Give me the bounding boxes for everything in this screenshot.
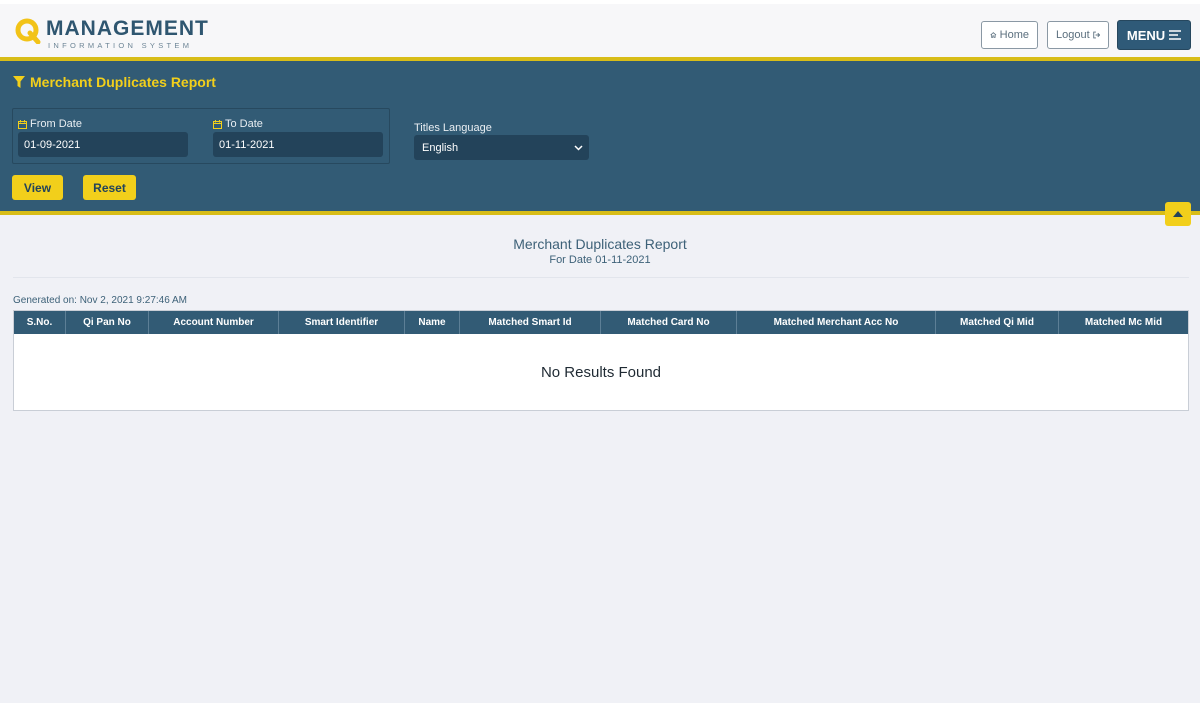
titles-language-value: English (422, 141, 459, 154)
generated-timestamp: Generated on: Nov 2, 2021 9:27:46 AM (13, 295, 188, 306)
from-date-label: From Date (18, 118, 82, 130)
home-icon (990, 32, 997, 38)
column-header[interactable]: Account Number (149, 311, 279, 334)
column-header[interactable]: Matched Qi Mid (936, 311, 1059, 334)
calendar-icon (18, 119, 27, 129)
from-date-input[interactable]: 01-09-2021 (18, 132, 188, 157)
view-button[interactable]: View (12, 175, 63, 200)
report-subtitle: For Date 01-11-2021 (549, 254, 651, 266)
filter-icon (13, 76, 25, 88)
column-header[interactable]: Matched Card No (601, 311, 737, 334)
column-header[interactable]: Matched Merchant Acc No (737, 311, 936, 334)
reset-button[interactable]: Reset (83, 175, 136, 200)
home-button-label: Home (999, 29, 1029, 41)
menu-bars-icon (1169, 30, 1182, 40)
titles-language-label: Titles Language (414, 122, 492, 134)
titles-language-select[interactable]: English (414, 135, 589, 160)
logout-button-label: Logout (1056, 29, 1090, 41)
chevron-down-icon (574, 144, 583, 151)
menu-button-label: MENU (1126, 27, 1166, 43)
logout-icon (1092, 31, 1100, 39)
to-date-label: To Date (213, 118, 263, 130)
filter-panel: Merchant Duplicates Report From Date 01-… (0, 57, 1200, 215)
divider (13, 277, 1189, 278)
calendar-icon (213, 119, 222, 129)
table-header: S.No. Qi Pan No Account Number Smart Ide… (14, 311, 1188, 334)
q-logo-icon (15, 18, 41, 44)
logo-title: MANAGEMENT (46, 17, 209, 40)
empty-state-message: No Results Found (540, 364, 662, 381)
collapse-panel-button[interactable] (1165, 202, 1191, 226)
logout-button[interactable]: Logout (1047, 21, 1109, 49)
column-header[interactable]: Smart Identifier (279, 311, 405, 334)
report-table: S.No. Qi Pan No Account Number Smart Ide… (13, 310, 1189, 411)
column-header[interactable]: Name (405, 311, 460, 334)
top-navbar: MANAGEMENT INFORMATION SYSTEM Home Logou… (0, 0, 1200, 57)
filter-panel-title: Merchant Duplicates Report (13, 74, 216, 90)
filter-title-text: Merchant Duplicates Report (30, 74, 216, 90)
to-date-label-text: To Date (225, 118, 263, 130)
column-header[interactable]: S.No. (14, 311, 66, 334)
menu-button[interactable]: MENU (1117, 20, 1191, 50)
home-button[interactable]: Home (981, 21, 1038, 49)
from-date-label-text: From Date (30, 118, 82, 130)
report-title: Merchant Duplicates Report (513, 236, 687, 252)
caret-up-icon (1173, 211, 1183, 217)
column-header[interactable]: Matched Smart Id (460, 311, 601, 334)
column-header[interactable]: Qi Pan No (66, 311, 149, 334)
to-date-input[interactable]: 01-11-2021 (213, 132, 383, 157)
logo-subtitle: INFORMATION SYSTEM (48, 41, 193, 50)
column-header[interactable]: Matched Mc Mid (1059, 311, 1188, 334)
